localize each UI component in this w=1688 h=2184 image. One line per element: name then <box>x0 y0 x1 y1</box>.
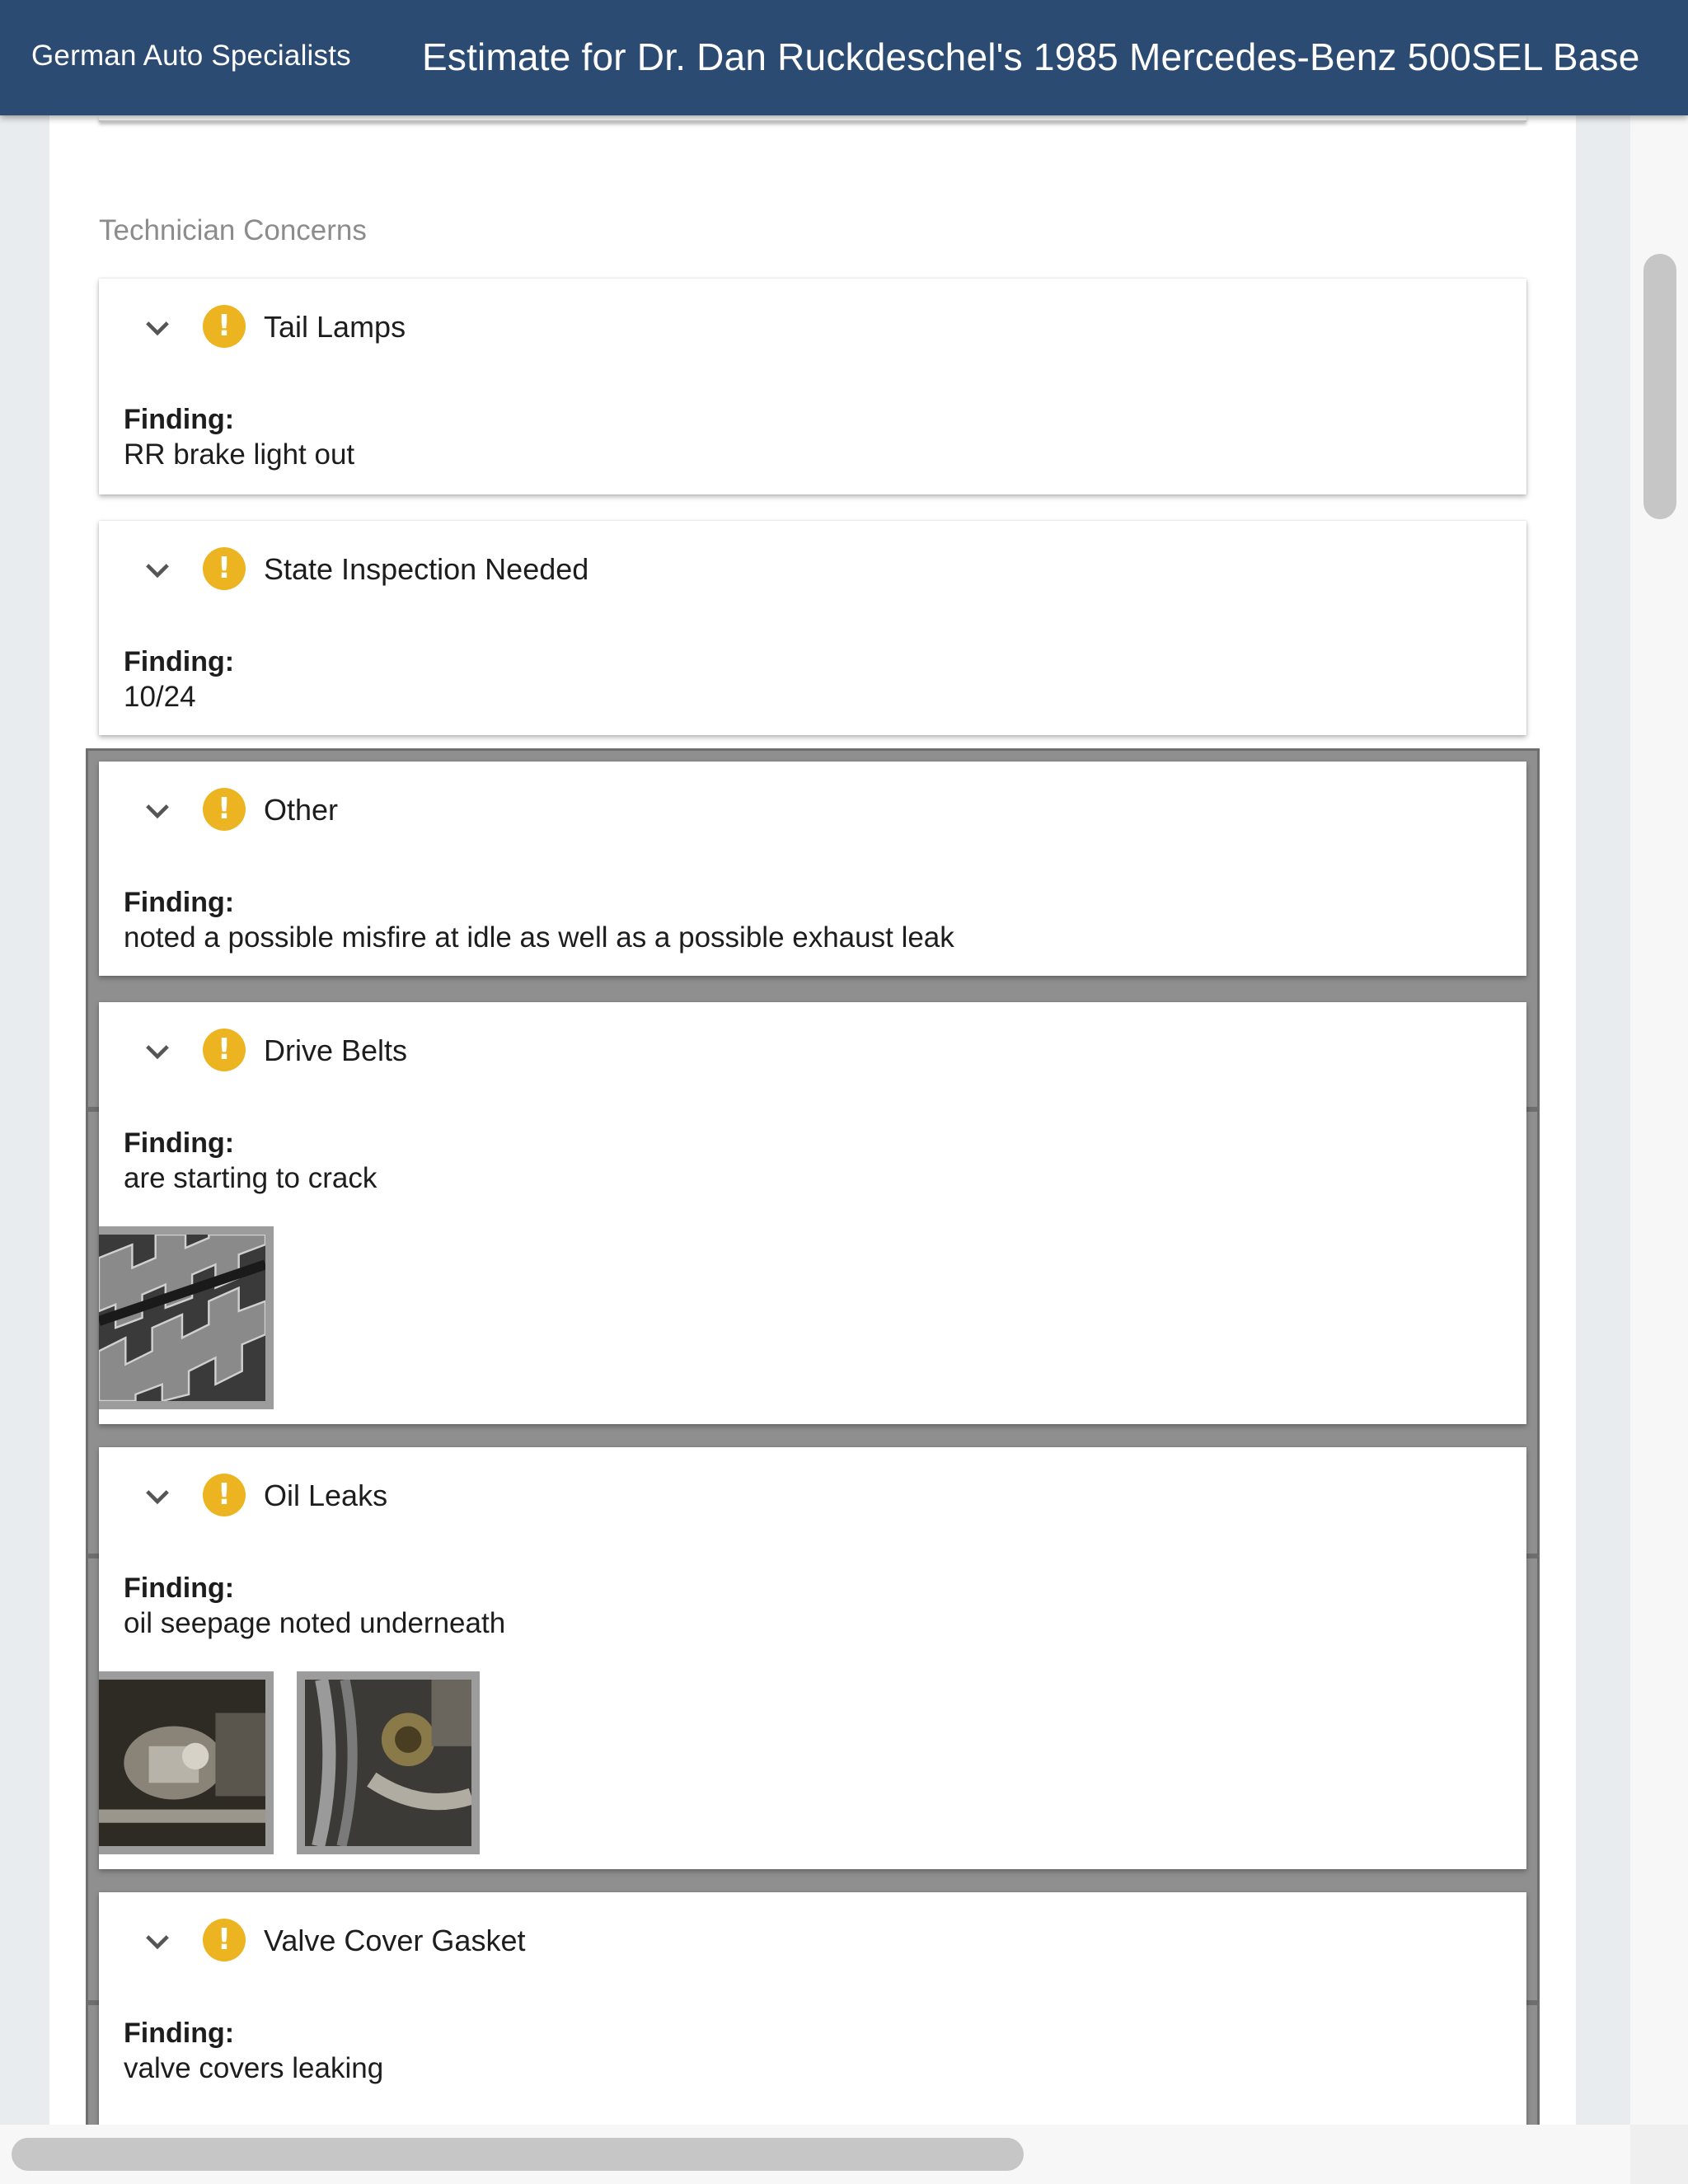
concern-header[interactable]: ! Drive Belts <box>99 1002 1526 1101</box>
finding-text: oil seepage noted underneath <box>124 1607 506 1639</box>
vertical-scrollbar-thumb[interactable] <box>1643 254 1676 519</box>
concern-card[interactable]: ! Other Finding: noted a possible misfir… <box>99 762 1526 976</box>
concern-header[interactable]: ! Other <box>99 762 1526 860</box>
estimate-content: Technician Concerns ! Tail Lamps Finding… <box>49 115 1576 2125</box>
warning-icon: ! <box>203 1029 246 1071</box>
scrollbar-corner <box>1630 2125 1688 2184</box>
concern-card[interactable]: ! State Inspection Needed Finding: 10/24 <box>99 521 1526 735</box>
finding-label: Finding: <box>124 1572 235 1604</box>
concern-header[interactable]: ! Oil Leaks <box>99 1447 1526 1546</box>
photo-thumbnail[interactable] <box>99 1671 274 1854</box>
concern-title: Tail Lamps <box>264 310 406 344</box>
photo-thumbnail[interactable] <box>99 1226 274 1409</box>
concern-title: State Inspection Needed <box>264 552 589 586</box>
engine-underside-photo <box>99 1680 265 1846</box>
app-header: German Auto Specialists Estimate for Dr.… <box>0 0 1688 115</box>
warning-icon: ! <box>203 1919 246 1961</box>
finding-text: 10/24 <box>124 681 196 713</box>
section-heading: Technician Concerns <box>99 214 367 246</box>
warning-icon: ! <box>203 1474 246 1516</box>
chevron-down-icon[interactable] <box>140 1924 175 1958</box>
chevron-down-icon[interactable] <box>140 310 175 344</box>
photo-thumbnail[interactable] <box>297 1671 480 1854</box>
warning-icon: ! <box>203 305 246 348</box>
shop-name[interactable]: German Auto Specialists <box>31 40 351 73</box>
chevron-down-icon[interactable] <box>140 1033 175 1068</box>
concern-title: Valve Cover Gasket <box>264 1924 526 1957</box>
horizontal-scrollbar-thumb[interactable] <box>12 2138 1024 2171</box>
concern-header[interactable]: ! Valve Cover Gasket <box>99 1892 1526 1991</box>
chevron-down-icon[interactable] <box>140 552 175 587</box>
concern-title: Oil Leaks <box>264 1479 388 1512</box>
concern-card[interactable]: ! Drive Belts Finding: are starting to c… <box>99 1002 1526 1424</box>
finding-label: Finding: <box>124 1127 235 1159</box>
finding-text: RR brake light out <box>124 438 355 471</box>
finding-label: Finding: <box>124 646 235 677</box>
concern-header[interactable]: ! Tail Lamps <box>99 279 1526 377</box>
hoses-photo <box>305 1680 471 1846</box>
warning-icon: ! <box>203 547 246 590</box>
concern-title: Other <box>264 793 339 827</box>
estimate-title: Estimate for Dr. Dan Ruckdeschel's 1985 … <box>422 35 1640 78</box>
chevron-down-icon[interactable] <box>140 793 175 827</box>
finding-label: Finding: <box>124 404 235 435</box>
concern-card[interactable]: ! Tail Lamps Finding: RR brake light out <box>99 279 1526 494</box>
concern-card[interactable]: ! Valve Cover Gasket Finding: valve cove… <box>99 1892 1526 2125</box>
belt-photo <box>99 1235 265 1401</box>
concern-title: Drive Belts <box>264 1033 408 1067</box>
finding-label: Finding: <box>124 2018 235 2049</box>
finding-text: valve covers leaking <box>124 2052 384 2084</box>
finding-text: are starting to crack <box>124 1162 377 1194</box>
chevron-down-icon[interactable] <box>140 1479 175 1513</box>
finding-text: noted a possible misfire at idle as well… <box>124 921 954 954</box>
previous-section-card-edge <box>99 115 1526 122</box>
warning-icon: ! <box>203 788 246 831</box>
concern-card[interactable]: ! Oil Leaks Finding: oil seepage noted u… <box>99 1447 1526 1869</box>
concern-header[interactable]: ! State Inspection Needed <box>99 521 1526 620</box>
finding-label: Finding: <box>124 887 235 918</box>
